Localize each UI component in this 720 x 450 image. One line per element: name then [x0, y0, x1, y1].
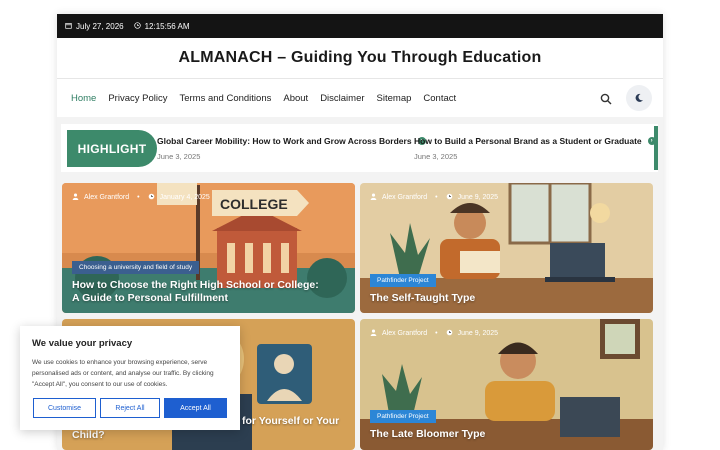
ticker-item-date: June 3, 2025 [414, 152, 458, 161]
site-header: ALMANACH – Guiding You Through Education [57, 38, 663, 79]
card-meta: Alex Grantford • June 9, 2025 [370, 193, 498, 202]
college-sign-text: COLLEGE [220, 196, 288, 212]
cookie-buttons: Customise Reject All Accept All [33, 398, 227, 418]
post-card[interactable]: Alex Grantford • June 9, 2025 Pathfinder… [360, 183, 653, 313]
card-author[interactable]: Alex Grantford [84, 194, 129, 201]
cookie-text: We use cookies to enhance your browsing … [32, 359, 214, 388]
card-meta: Alex Grantford • January 4, 2025 [72, 193, 210, 202]
site-title[interactable]: ALMANACH – Guiding You Through Education [179, 49, 542, 67]
time-display: 12:15:56 AM [133, 21, 190, 31]
category-tag[interactable]: Pathfinder Project [370, 410, 436, 423]
user-icon [72, 193, 79, 202]
calendar-icon [65, 22, 72, 31]
card-title[interactable]: How to Choose the Right High School or C… [72, 279, 327, 305]
card-title-continued[interactable]: Child? [72, 429, 132, 442]
post-card[interactable]: Alex Grantford • June 9, 2025 Pathfinder… [360, 319, 653, 450]
ticker-item-title[interactable]: How to Build a Personal Brand as a Stude… [414, 136, 642, 146]
card-author[interactable]: Alex Grantford [382, 194, 427, 201]
date-text: July 27, 2026 [76, 21, 124, 31]
card-title[interactable]: The Late Bloomer Type [370, 428, 625, 441]
time-text: 12:15:56 AM [144, 21, 190, 31]
ticker-item-title[interactable]: Global Career Mobility: How to Work and … [157, 136, 412, 146]
card-date: January 4, 2025 [159, 194, 210, 201]
moon-icon [635, 93, 643, 102]
highlight-ticker: HIGHLIGHT Global Career Mobility: How to… [61, 124, 658, 172]
post-card[interactable]: COLLEGE Alex Grantford • January 4, 2025… [62, 183, 355, 313]
nav-item-privacy-policy[interactable]: Privacy Policy [108, 93, 167, 104]
customise-button[interactable]: Customise [33, 398, 96, 418]
nav-item-terms[interactable]: Terms and Conditions [179, 93, 271, 104]
reject-all-button[interactable]: Reject All [100, 398, 160, 418]
nav-item-about[interactable]: About [283, 93, 308, 104]
user-icon [370, 193, 377, 202]
card-meta: Alex Grantford • June 9, 2025 [370, 329, 498, 338]
category-tag[interactable]: Choosing a university and field of study [72, 261, 200, 274]
user-icon [370, 329, 377, 338]
cookie-consent-dialog: We value your privacy We use cookies to … [20, 326, 240, 430]
clock-icon [446, 329, 453, 338]
category-tag[interactable]: Pathfinder Project [370, 274, 436, 287]
card-title[interactable]: The Self-Taught Type [370, 292, 625, 305]
search-icon[interactable] [600, 92, 612, 105]
ticker-item[interactable]: How to Build a Personal Brand as a Stude… [414, 136, 656, 161]
ticker-item[interactable]: Global Career Mobility: How to Work and … [157, 136, 426, 161]
accept-all-button[interactable]: Accept All [164, 398, 227, 418]
cookie-title: We value your privacy [32, 338, 133, 349]
ticker-edge [654, 126, 658, 170]
nav-item-sitemap[interactable]: Sitemap [377, 93, 412, 104]
date-display: July 27, 2026 [65, 22, 124, 31]
main-navigation: Home Privacy Policy Terms and Conditions… [57, 79, 663, 117]
clock-icon [148, 193, 155, 202]
dark-mode-toggle[interactable] [626, 85, 652, 111]
card-date: June 9, 2025 [457, 194, 499, 201]
clock-icon [446, 193, 453, 202]
card-author[interactable]: Alex Grantford [382, 330, 427, 337]
top-bar: July 27, 2026 12:15:56 AM [57, 14, 663, 38]
nav-item-contact[interactable]: Contact [423, 93, 456, 104]
nav-item-home[interactable]: Home [71, 93, 96, 104]
highlight-badge: HIGHLIGHT [67, 130, 157, 167]
clock-icon [133, 21, 141, 31]
card-title[interactable]: for Yourself or Your [242, 415, 352, 428]
nav-item-disclaimer[interactable]: Disclaimer [320, 93, 364, 104]
ticker-item-date: June 3, 2025 [157, 152, 201, 161]
card-title-line[interactable]: for Yourself or Your [242, 415, 339, 427]
card-date: June 9, 2025 [457, 330, 499, 337]
